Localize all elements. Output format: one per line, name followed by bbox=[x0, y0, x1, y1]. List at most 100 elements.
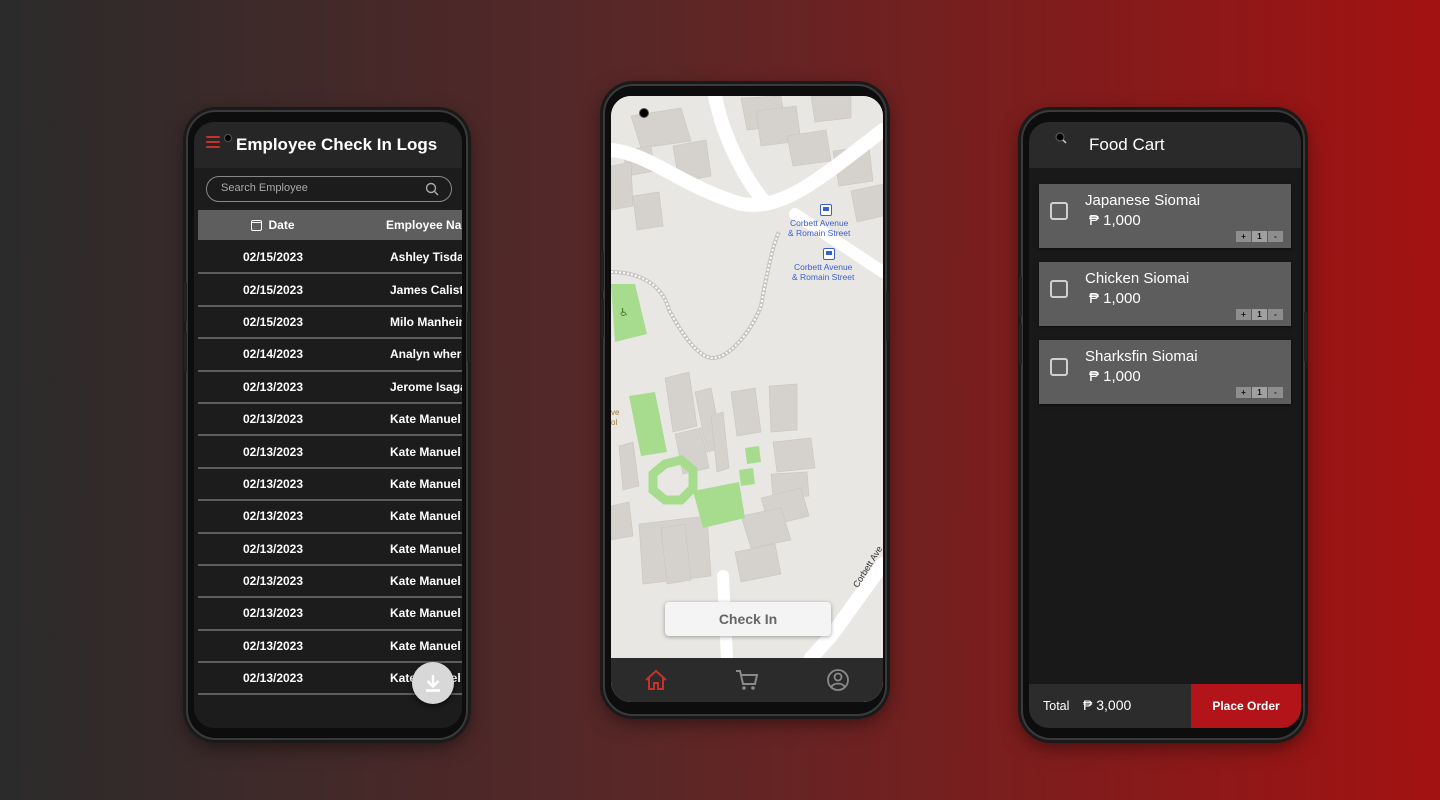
front-camera bbox=[224, 134, 232, 142]
log-table-body: 02/15/2023 Ashley Tisdale 02/15/2023 James … bbox=[198, 242, 462, 696]
app-header: Employee Check In Logs bbox=[194, 122, 462, 168]
search-input[interactable] bbox=[221, 182, 411, 194]
cart-icon bbox=[735, 670, 759, 690]
search-bar[interactable] bbox=[206, 176, 452, 202]
column-header-date[interactable]: Date bbox=[198, 218, 348, 232]
school-label-line2: ol bbox=[611, 418, 618, 427]
check-in-button[interactable]: Check In bbox=[665, 602, 831, 636]
table-row[interactable]: 02/13/2023 Kate Manuel bbox=[198, 469, 462, 502]
home-icon bbox=[645, 669, 667, 690]
cell-date: 02/13/2023 bbox=[242, 606, 304, 621]
table-row[interactable]: 02/13/2023 Kate Manuel bbox=[198, 631, 462, 664]
power-button bbox=[886, 291, 889, 341]
map-view[interactable]: ♿ bbox=[611, 96, 883, 658]
food-cart-screen: Food Cart Japanese Siomai ₱ 1,000 +1- Chick… bbox=[1029, 122, 1301, 728]
search-icon[interactable] bbox=[425, 182, 439, 196]
decrement-button[interactable]: - bbox=[1268, 309, 1283, 320]
bus-stop-label-line1: Corbett Avenue bbox=[789, 218, 849, 228]
table-row[interactable]: 02/13/2023 Kate Manuel bbox=[198, 501, 462, 534]
cell-date: 02/14/2023 bbox=[242, 347, 304, 362]
table-row[interactable]: 02/15/2023 Ashley Tisdale bbox=[198, 242, 462, 275]
table-row[interactable]: 02/15/2023 James Calisto bbox=[198, 274, 462, 307]
table-row[interactable]: 02/15/2023 Milo Manheim bbox=[198, 307, 462, 340]
bus-stop-icon[interactable] bbox=[823, 248, 835, 260]
item-name: Chicken Siomai bbox=[1085, 270, 1190, 287]
calendar-icon bbox=[251, 219, 263, 231]
nav-cart[interactable] bbox=[732, 665, 762, 695]
power-button bbox=[1304, 312, 1307, 362]
school-label-line1: ve bbox=[611, 408, 620, 417]
cell-employee-name: Kate Manuel bbox=[390, 444, 461, 459]
cell-employee-name: Kate Manuel bbox=[390, 509, 461, 524]
item-checkbox[interactable] bbox=[1050, 202, 1068, 220]
increment-button[interactable]: + bbox=[1236, 231, 1251, 242]
cell-employee-name: Kate Manuel bbox=[390, 412, 461, 427]
power-button bbox=[467, 312, 470, 362]
cell-date: 02/13/2023 bbox=[242, 412, 304, 427]
volume-button bbox=[1019, 324, 1022, 364]
column-header-employee-name[interactable]: Employee Name bbox=[348, 218, 462, 232]
cart-item[interactable]: Chicken Siomai ₱ 1,000 +1- bbox=[1039, 262, 1291, 326]
cell-date: 02/13/2023 bbox=[242, 638, 304, 653]
phone-food-cart: Food Cart Japanese Siomai ₱ 1,000 +1- Chick… bbox=[1019, 110, 1307, 740]
checkin-logs-screen: Employee Check In Logs Date Employee Nam… bbox=[194, 122, 462, 728]
cell-employee-name: Kate Manuel bbox=[390, 638, 461, 653]
hamburger-icon[interactable] bbox=[206, 136, 220, 148]
cart-item[interactable]: Sharksfin Siomai ₱ 1,000 +1- bbox=[1039, 340, 1291, 404]
cell-date: 02/15/2023 bbox=[242, 314, 304, 329]
cell-date: 02/13/2023 bbox=[242, 379, 304, 394]
place-order-button[interactable]: Place Order bbox=[1191, 684, 1301, 728]
table-row[interactable]: 02/13/2023 Jerome Isaga bbox=[198, 372, 462, 404]
bus-stop-icon[interactable] bbox=[820, 204, 832, 216]
nav-profile[interactable] bbox=[823, 665, 853, 695]
quantity-stepper: +1- bbox=[1235, 231, 1283, 242]
cell-employee-name: James Calisto bbox=[390, 282, 462, 297]
cell-employee-name: Kate Manuel bbox=[390, 541, 461, 556]
increment-button[interactable]: + bbox=[1236, 309, 1251, 320]
phone-checkin-logs: Employee Check In Logs Date Employee Nam… bbox=[184, 110, 470, 740]
table-row[interactable]: 02/13/2023 Kate Manuel bbox=[198, 404, 462, 437]
item-checkbox[interactable] bbox=[1050, 358, 1068, 376]
cell-date: 02/13/2023 bbox=[242, 671, 304, 686]
table-row[interactable]: 02/13/2023 Kate Manuel bbox=[198, 598, 462, 631]
profile-icon bbox=[826, 669, 849, 691]
volume-button bbox=[601, 251, 604, 291]
nav-home[interactable] bbox=[641, 665, 671, 695]
back-arrow-icon[interactable] bbox=[1055, 132, 1067, 144]
bus-stop-label: Corbett Avenue & Romain Street bbox=[788, 218, 850, 238]
bus-stop-label-line2: & Romain Street bbox=[792, 272, 855, 282]
bottom-nav bbox=[611, 658, 883, 702]
bus-stop-label-line1: Corbett Avenue bbox=[793, 262, 853, 272]
decrement-button[interactable]: - bbox=[1268, 387, 1283, 398]
volume-button bbox=[601, 298, 604, 338]
cart-item[interactable]: Japanese Siomai ₱ 1,000 +1- bbox=[1039, 184, 1291, 248]
quantity-value: 1 bbox=[1252, 387, 1267, 398]
cell-date: 02/15/2023 bbox=[242, 250, 304, 265]
page-title: Employee Check In Logs bbox=[236, 135, 438, 154]
item-price: ₱ 1,000 bbox=[1089, 290, 1141, 307]
bus-stop-label-line2: & Romain Street bbox=[788, 228, 851, 238]
table-row[interactable]: 02/13/2023 Kate Manuel bbox=[198, 566, 462, 599]
bus-stop-label: Corbett Avenue & Romain Street bbox=[792, 262, 854, 282]
table-row[interactable]: 02/14/2023 Analyn where bbox=[198, 339, 462, 372]
decrement-button[interactable]: - bbox=[1268, 231, 1283, 242]
table-row[interactable]: 02/13/2023 Kate Manuel bbox=[198, 436, 462, 469]
quantity-value: 1 bbox=[1252, 231, 1267, 242]
cell-employee-name: Kate Manuel bbox=[390, 476, 461, 491]
cell-date: 02/13/2023 bbox=[242, 574, 304, 589]
cell-date: 02/13/2023 bbox=[242, 541, 304, 556]
increment-button[interactable]: + bbox=[1236, 387, 1251, 398]
cell-employee-name: Kate Manuel bbox=[390, 574, 461, 589]
download-button[interactable] bbox=[412, 662, 454, 704]
volume-button bbox=[184, 332, 187, 372]
volume-button bbox=[184, 282, 187, 322]
item-checkbox[interactable] bbox=[1050, 280, 1068, 298]
quantity-stepper: +1- bbox=[1235, 387, 1283, 398]
cell-employee-name: Ashley Tisdale bbox=[390, 250, 462, 265]
cell-employee-name: Kate Manuel bbox=[390, 606, 461, 621]
app-header: Food Cart bbox=[1029, 122, 1301, 168]
cart-footer: Total ₱ 3,000 Place Order bbox=[1029, 684, 1301, 728]
page-title: Food Cart bbox=[1089, 135, 1165, 154]
table-row[interactable]: 02/13/2023 Kate Manuel bbox=[198, 534, 462, 566]
quantity-value: 1 bbox=[1252, 309, 1267, 320]
